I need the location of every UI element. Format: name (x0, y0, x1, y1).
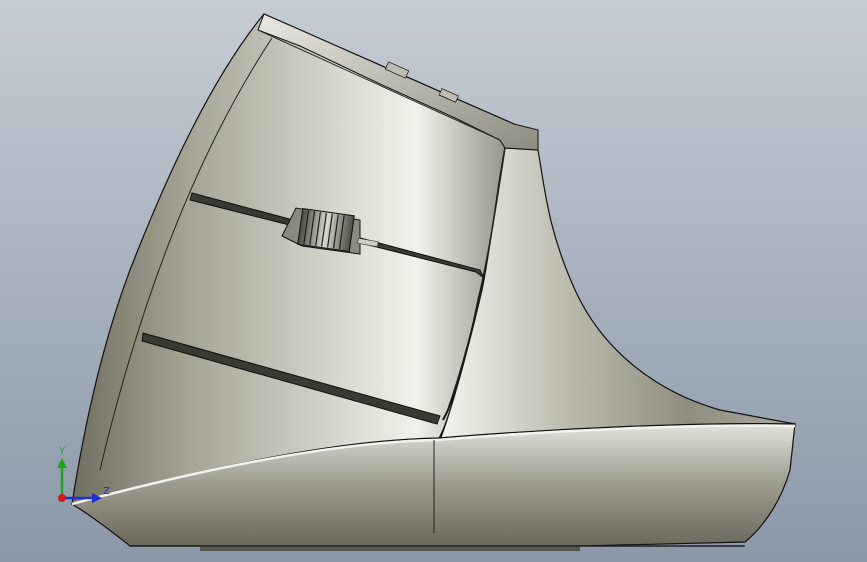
z-axis-label: Z (103, 486, 110, 497)
y-axis-label: Y (58, 446, 66, 457)
y-axis-arrowhead (57, 458, 67, 468)
cad-3d-viewport[interactable]: Y Z (0, 0, 867, 562)
base-foot (200, 547, 580, 551)
x-axis-dot (58, 494, 66, 502)
